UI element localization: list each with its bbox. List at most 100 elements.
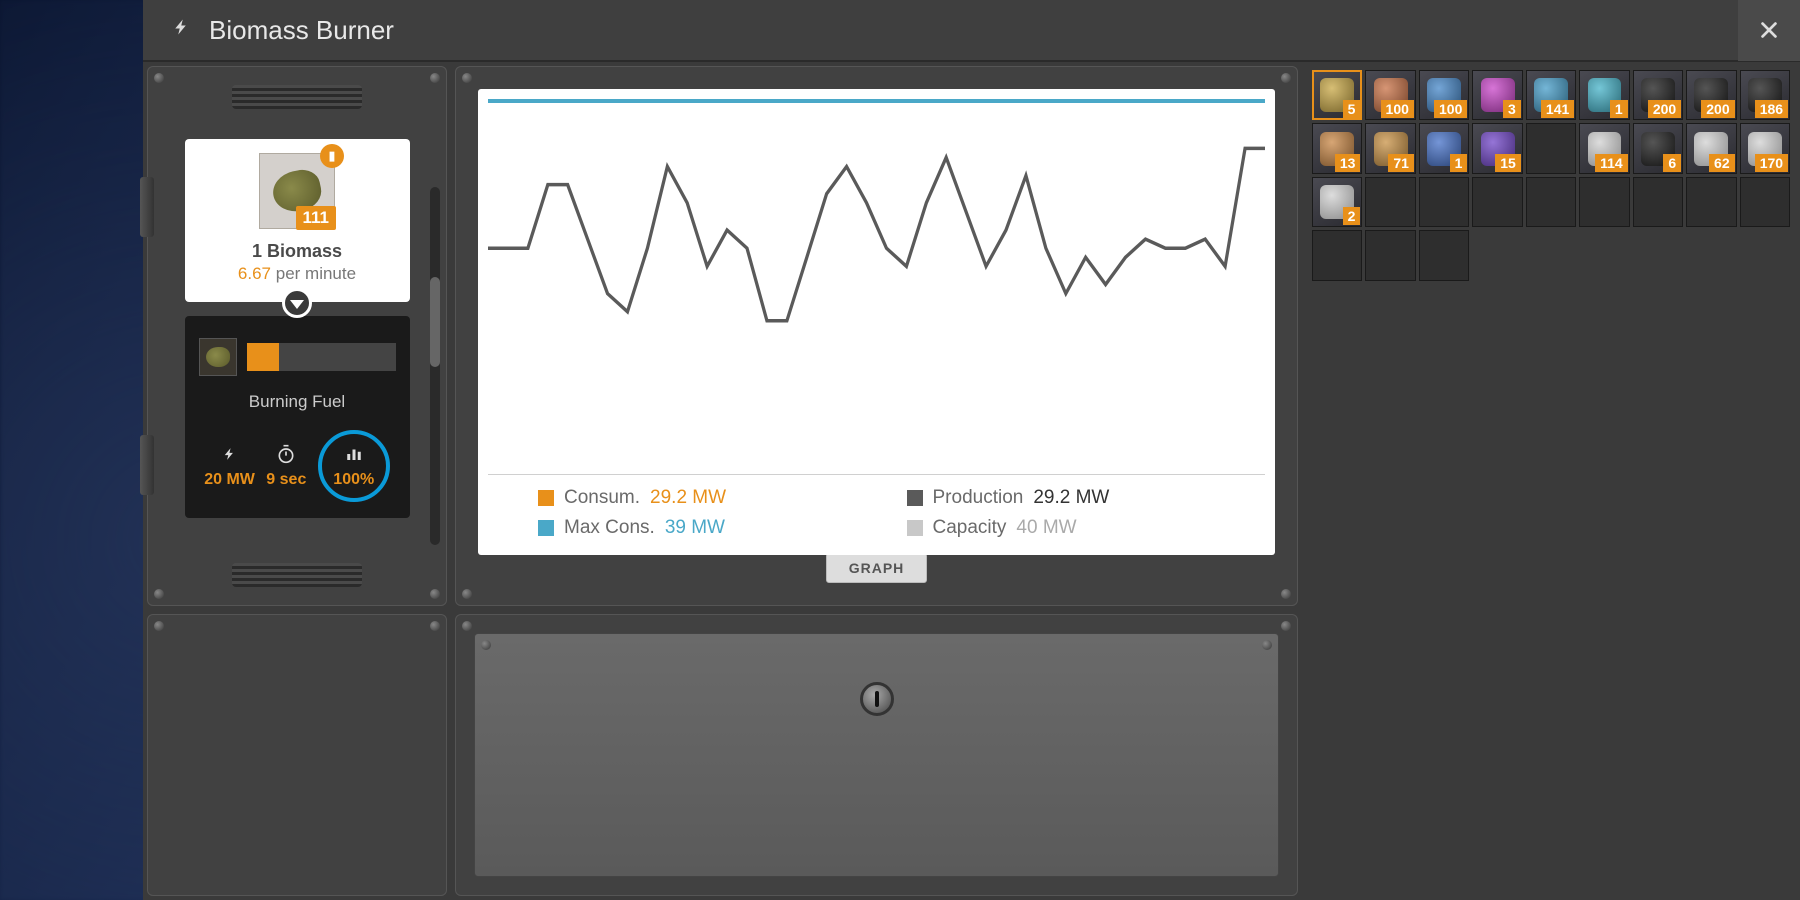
inventory-slot[interactable]: 13: [1312, 123, 1362, 173]
flow-arrow-icon: [282, 288, 312, 318]
swatch-icon: [907, 490, 923, 506]
item-count: 62: [1709, 154, 1735, 172]
item-count: 114: [1595, 154, 1628, 172]
locker[interactable]: [474, 633, 1279, 877]
inventory-slot[interactable]: 186: [1740, 70, 1790, 120]
item-count: 1: [1610, 100, 1628, 118]
inventory-slot[interactable]: [1740, 177, 1790, 227]
inventory-slot[interactable]: 2: [1312, 177, 1362, 227]
swatch-icon: [907, 520, 923, 536]
center-column: Consum. 29.2 MW Production 29.2 MW Max C…: [455, 66, 1298, 896]
item-count: 15: [1495, 154, 1521, 172]
hinge-decoration: [140, 435, 154, 495]
inventory-grid: 5 100 100 3 141 1 200 200 186 13 71 1 15 114 6 62 170 2: [1312, 70, 1790, 281]
vent-decoration: [232, 85, 362, 109]
fuel-stack-count: 111: [296, 206, 337, 230]
stat-efficiency[interactable]: 100%: [318, 430, 390, 502]
inventory-slot[interactable]: 100: [1419, 70, 1469, 120]
inventory-slot[interactable]: 1: [1579, 70, 1629, 120]
inventory-slot[interactable]: [1419, 177, 1469, 227]
legend-consumption: Consum. 29.2 MW: [538, 487, 847, 509]
inventory-slot[interactable]: 114: [1579, 123, 1629, 173]
inventory-slot[interactable]: [1365, 230, 1415, 280]
bar-chart-icon: [344, 443, 364, 465]
inventory-slot[interactable]: 141: [1526, 70, 1576, 120]
stopwatch-icon: [276, 443, 296, 465]
biomass-icon: [206, 347, 230, 367]
inventory-slot[interactable]: 5: [1312, 70, 1362, 120]
item-count: 13: [1335, 154, 1361, 172]
item-count: 71: [1388, 154, 1414, 172]
gift-badge-icon: ▮: [320, 144, 344, 168]
item-count: 141: [1541, 100, 1574, 118]
chart-svg: [488, 103, 1265, 466]
swatch-icon: [538, 490, 554, 506]
item-count: 1: [1450, 154, 1468, 172]
locker-panel: [455, 614, 1298, 896]
chart-legend: Consum. 29.2 MW Production 29.2 MW Max C…: [488, 487, 1265, 539]
inventory-slot[interactable]: 100: [1365, 70, 1415, 120]
item-count: 186: [1755, 100, 1788, 118]
stat-power: 20 MW: [204, 443, 255, 489]
item-count: 5: [1343, 100, 1361, 118]
graph-panel: Consum. 29.2 MW Production 29.2 MW Max C…: [455, 66, 1298, 606]
left-lower-panel: [147, 614, 447, 896]
inventory-slot[interactable]: 200: [1633, 70, 1683, 120]
item-count: 170: [1755, 154, 1788, 172]
fuel-rate: 6.67 per minute: [195, 264, 400, 284]
biomass-burner-window: Biomass Burner ▮ 111: [143, 0, 1800, 900]
scroll-track: [430, 187, 440, 545]
keyhole-icon: [860, 682, 894, 716]
fuel-panel: ▮ 111 1 Biomass 6.67 per minute: [147, 66, 447, 606]
close-button[interactable]: [1738, 0, 1800, 61]
power-chart: Consum. 29.2 MW Production 29.2 MW Max C…: [478, 89, 1275, 555]
inventory-slot[interactable]: [1526, 123, 1576, 173]
inventory-slot[interactable]: [1472, 177, 1522, 227]
burn-progress-bar: [247, 343, 396, 371]
scroll-thumb[interactable]: [430, 277, 440, 367]
inventory-slot[interactable]: 62: [1686, 123, 1736, 173]
item-count: 3: [1503, 100, 1521, 118]
inventory-slot[interactable]: [1579, 177, 1629, 227]
item-count: 2: [1343, 207, 1361, 225]
vent-decoration: [232, 563, 362, 587]
fuel-name: 1 Biomass: [195, 241, 400, 262]
burning-item-slot[interactable]: [199, 338, 237, 376]
inventory-slot[interactable]: [1633, 177, 1683, 227]
inventory-slot[interactable]: 3: [1472, 70, 1522, 120]
fuel-input-card: ▮ 111 1 Biomass 6.67 per minute: [185, 139, 410, 302]
window-title: Biomass Burner: [209, 15, 1738, 46]
inventory-slot[interactable]: 170: [1740, 123, 1790, 173]
stats-row: 20 MW 9 sec 100%: [199, 430, 396, 502]
item-count: 100: [1381, 100, 1414, 118]
inventory-slot[interactable]: 1: [1419, 123, 1469, 173]
legend-max-cons: Max Cons. 39 MW: [538, 517, 847, 539]
swatch-icon: [538, 520, 554, 536]
inventory-slot[interactable]: 200: [1686, 70, 1736, 120]
inventory-slot[interactable]: [1312, 230, 1362, 280]
inventory-panel: 5 100 100 3 141 1 200 200 186 13 71 1 15 114 6 62 170 2: [1306, 66, 1796, 896]
burn-progress-fill: [247, 343, 280, 371]
inventory-slot[interactable]: [1686, 177, 1736, 227]
item-count: 6: [1663, 154, 1681, 172]
window-body: ▮ 111 1 Biomass 6.67 per minute: [143, 62, 1800, 900]
inventory-slot[interactable]: [1365, 177, 1415, 227]
inventory-slot[interactable]: [1419, 230, 1469, 280]
bolt-icon: [173, 16, 191, 44]
inventory-slot[interactable]: 71: [1365, 123, 1415, 173]
burning-card: Burning Fuel 20 MW 9 sec 100%: [185, 316, 410, 518]
inventory-slot[interactable]: [1526, 177, 1576, 227]
left-column: ▮ 111 1 Biomass 6.67 per minute: [147, 66, 447, 896]
item-count: 200: [1648, 100, 1681, 118]
inventory-slot[interactable]: 15: [1472, 123, 1522, 173]
legend-production: Production 29.2 MW: [907, 487, 1216, 509]
item-count: 200: [1701, 100, 1734, 118]
item-count: 100: [1434, 100, 1467, 118]
burning-label: Burning Fuel: [199, 392, 396, 412]
inventory-slot[interactable]: 6: [1633, 123, 1683, 173]
fuel-item-slot[interactable]: ▮ 111: [259, 153, 335, 229]
titlebar: Biomass Burner: [143, 0, 1800, 62]
bolt-icon: [223, 443, 237, 465]
graph-tab[interactable]: GRAPH: [826, 553, 928, 583]
hinge-decoration: [140, 177, 154, 237]
